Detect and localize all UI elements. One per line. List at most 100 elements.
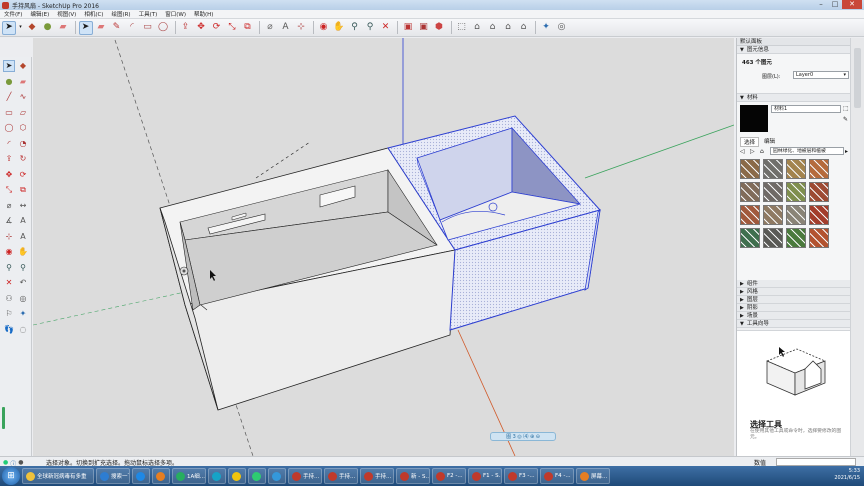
- left-view-icon[interactable]: ⌂: [517, 21, 531, 35]
- orbit-icon[interactable]: ◉: [317, 21, 331, 35]
- system-clock[interactable]: 5:33 2021/6/15: [834, 468, 860, 482]
- home-icon[interactable]: ⌂: [760, 148, 764, 155]
- 3d-text-icon[interactable]: A: [17, 231, 29, 243]
- tape-measure-icon[interactable]: ⌀: [3, 200, 15, 212]
- menu-edit[interactable]: 编辑(E): [26, 10, 53, 18]
- tape-measure-icon[interactable]: ⌀: [263, 21, 277, 35]
- arc-icon[interactable]: ◜: [3, 138, 15, 150]
- text-icon[interactable]: A: [17, 215, 29, 227]
- extension-warehouse-icon[interactable]: ▣: [417, 21, 431, 35]
- pie-icon[interactable]: ◔: [17, 138, 29, 150]
- panel-scrollbar[interactable]: [850, 38, 864, 456]
- taskbar-item[interactable]: 手持...: [288, 468, 322, 484]
- position-camera-icon[interactable]: ⚐: [3, 308, 15, 320]
- sample-paint-icon[interactable]: ✎: [843, 116, 848, 123]
- taskbar-item[interactable]: [268, 468, 286, 484]
- move-icon[interactable]: ✥: [194, 21, 208, 35]
- move-icon[interactable]: ✥: [3, 169, 15, 181]
- taskbar-item[interactable]: F2 -...: [432, 468, 466, 484]
- taskbar-item[interactable]: 手持...: [360, 468, 394, 484]
- eraser-icon[interactable]: ▰: [56, 21, 70, 35]
- material-swatch[interactable]: [786, 205, 806, 225]
- material-swatch[interactable]: [786, 182, 806, 202]
- 3d-viewport[interactable]: 图 3 ◎ ⑷ ⊕ ⊖: [33, 38, 734, 456]
- front-view-icon[interactable]: ⌂: [470, 21, 484, 35]
- material-swatch[interactable]: [809, 205, 829, 225]
- menu-camera[interactable]: 相机(C): [80, 10, 107, 18]
- section-plane-icon[interactable]: ✦: [17, 308, 29, 320]
- layer-select[interactable]: Layer0 ▾: [793, 71, 849, 79]
- material-swatch[interactable]: [809, 182, 829, 202]
- taskbar-item[interactable]: F1 - S...: [468, 468, 502, 484]
- warehouse-icon[interactable]: ▣: [401, 21, 415, 35]
- menu-tools[interactable]: 工具(T): [135, 10, 162, 18]
- freehand-icon[interactable]: ∿: [17, 91, 29, 103]
- top-view-icon[interactable]: ⬚: [455, 21, 469, 35]
- minimize-button[interactable]: –: [814, 0, 828, 9]
- taskbar-item[interactable]: [228, 468, 246, 484]
- details-icon[interactable]: ▸: [845, 148, 848, 155]
- paint-bucket-icon[interactable]: ●: [3, 76, 15, 88]
- taskbar-item[interactable]: 屏幕...: [576, 468, 610, 484]
- circle-icon[interactable]: ◯: [3, 122, 15, 134]
- zoom-window-icon[interactable]: ⚲: [17, 262, 29, 274]
- hide-icon[interactable]: ◌: [17, 324, 29, 336]
- material-swatch[interactable]: [740, 205, 760, 225]
- create-material-icon[interactable]: ⬚: [843, 105, 849, 112]
- protractor-icon[interactable]: ∡: [3, 215, 15, 227]
- component-icon[interactable]: ◆: [25, 21, 39, 35]
- material-swatch[interactable]: [786, 228, 806, 248]
- taskbar-item[interactable]: [132, 468, 150, 484]
- rectangle-icon[interactable]: ▭: [3, 107, 15, 119]
- axes-icon[interactable]: ⊹: [3, 231, 15, 243]
- select-arrow-icon[interactable]: ➤: [78, 20, 93, 35]
- rectangle-icon[interactable]: ▭: [141, 21, 155, 35]
- scene-toolbar-badge[interactable]: 图 3 ◎ ⑷ ⊕ ⊖: [490, 432, 556, 441]
- material-swatch[interactable]: [786, 159, 806, 179]
- taskbar-item[interactable]: 全球新冠病毒有多重: [22, 468, 94, 484]
- iso-view-icon[interactable]: ⬢: [432, 21, 446, 35]
- zoom-icon[interactable]: ⚲: [3, 262, 15, 274]
- scale-icon[interactable]: ⤡: [225, 21, 239, 35]
- eraser-2-icon[interactable]: ▰: [94, 21, 108, 35]
- eraser-icon[interactable]: ▰: [17, 76, 29, 88]
- scrollbar-thumb[interactable]: [854, 48, 861, 108]
- line-tool-icon[interactable]: ╱: [3, 91, 15, 103]
- dimension-icon[interactable]: ↔: [17, 200, 29, 212]
- push-pull-icon[interactable]: ⇪: [3, 153, 15, 165]
- back-icon[interactable]: ◁: [740, 148, 745, 155]
- material-swatch[interactable]: [763, 159, 783, 179]
- taskbar-item[interactable]: [248, 468, 266, 484]
- entity-info-header[interactable]: ▼ 图元信息: [737, 46, 850, 54]
- offset-icon[interactable]: ⧉: [241, 21, 255, 35]
- taskbar-item[interactable]: F4 -...: [540, 468, 574, 484]
- pan-icon[interactable]: ✋: [17, 246, 29, 258]
- make-component-icon[interactable]: ◆: [17, 60, 29, 72]
- polygon-icon[interactable]: ⬡: [17, 122, 29, 134]
- circle-icon[interactable]: ◯: [156, 21, 170, 35]
- tray-section-5[interactable]: ▼ 工具向导: [737, 320, 850, 328]
- follow-me-icon[interactable]: ↻: [17, 153, 29, 165]
- measurements-box[interactable]: [776, 458, 856, 466]
- material-swatch[interactable]: [763, 182, 783, 202]
- select-icon[interactable]: ➤: [2, 20, 16, 35]
- taskbar-item[interactable]: 手持...: [324, 468, 358, 484]
- offset-icon[interactable]: ⧉: [17, 184, 29, 196]
- zoom-window-icon[interactable]: ⚲: [363, 21, 377, 35]
- axes-icon[interactable]: ⊹: [294, 21, 308, 35]
- text-icon[interactable]: A: [279, 21, 293, 35]
- material-swatch[interactable]: [763, 228, 783, 248]
- zoom-icon[interactable]: ⚲: [348, 21, 362, 35]
- pencil-icon[interactable]: ✎: [110, 21, 124, 35]
- menu-help[interactable]: 帮助(H): [190, 10, 217, 18]
- orbit-icon[interactable]: ◉: [3, 246, 15, 258]
- menu-view[interactable]: 视图(V): [53, 10, 80, 18]
- tab-select[interactable]: 选择: [740, 137, 760, 147]
- taskbar-item[interactable]: [208, 468, 226, 484]
- dropdown-icon[interactable]: ▾: [18, 21, 24, 35]
- forward-icon[interactable]: ▷: [750, 148, 755, 155]
- rotated-rectangle-icon[interactable]: ▱: [17, 107, 29, 119]
- section-plane-icon[interactable]: ✦: [539, 21, 553, 35]
- maximize-button[interactable]: □: [828, 0, 842, 9]
- select-tool-icon[interactable]: ➤: [3, 60, 15, 72]
